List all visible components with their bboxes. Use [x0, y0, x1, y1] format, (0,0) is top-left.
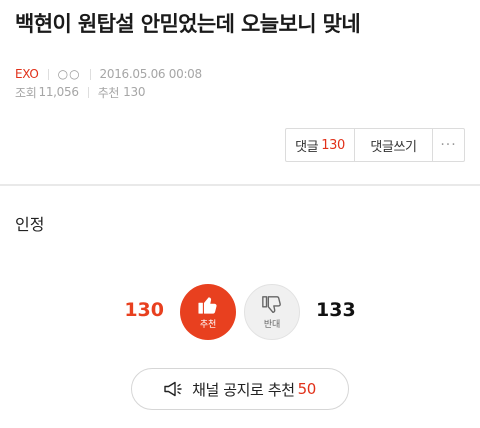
oppose-vote-count: 133: [316, 299, 356, 321]
post-stats-line: 조회 11,056 추천 130: [15, 84, 145, 100]
recommend-button[interactable]: 추천: [180, 284, 236, 340]
author-name[interactable]: ○○: [58, 67, 81, 81]
write-comment-button[interactable]: 댓글쓰기: [355, 129, 433, 161]
recommend-vote-count: 130: [124, 299, 164, 321]
oppose-button-label: 반대: [263, 320, 281, 330]
recommend-label: 추천: [97, 85, 120, 100]
comments-count: 130: [321, 137, 345, 153]
post-title: 백현이 원탑설 안믿었는데 오늘보니 맞네: [15, 12, 361, 36]
meta-separator: [87, 86, 89, 98]
post-datetime: 2016.05.06 00:08: [99, 67, 203, 81]
views-label: 조회: [15, 85, 37, 100]
views-count: 11,056: [38, 85, 79, 99]
channel-notice-recommend-button[interactable]: 채널 공지로 추천 50: [131, 368, 349, 410]
board-link[interactable]: EXO: [15, 67, 39, 81]
post-meta-line: EXO ○○ 2016.05.06 00:08: [15, 66, 202, 82]
post-body: 인정: [15, 215, 45, 234]
oppose-button[interactable]: 반대: [244, 284, 300, 340]
meta-separator: [47, 68, 49, 80]
comments-label: 댓글: [295, 139, 319, 155]
vote-section: 130 추천 반대 133: [0, 284, 480, 340]
more-options-button[interactable]: ···: [433, 129, 464, 161]
comments-button[interactable]: 댓글 130: [286, 129, 355, 161]
comment-actions: 댓글 130 댓글쓰기 ···: [285, 128, 465, 162]
recommend-button-label: 추천: [199, 320, 217, 330]
megaphone-icon: [164, 381, 182, 397]
channel-notice-count: 50: [297, 380, 317, 398]
channel-notice-label: 채널 공지로 추천: [192, 380, 295, 399]
section-divider: [0, 184, 480, 186]
meta-separator: [89, 68, 91, 80]
thumbs-up-icon: [198, 297, 217, 314]
recommend-count: 130: [123, 85, 146, 99]
thumbs-down-icon: [262, 296, 281, 314]
